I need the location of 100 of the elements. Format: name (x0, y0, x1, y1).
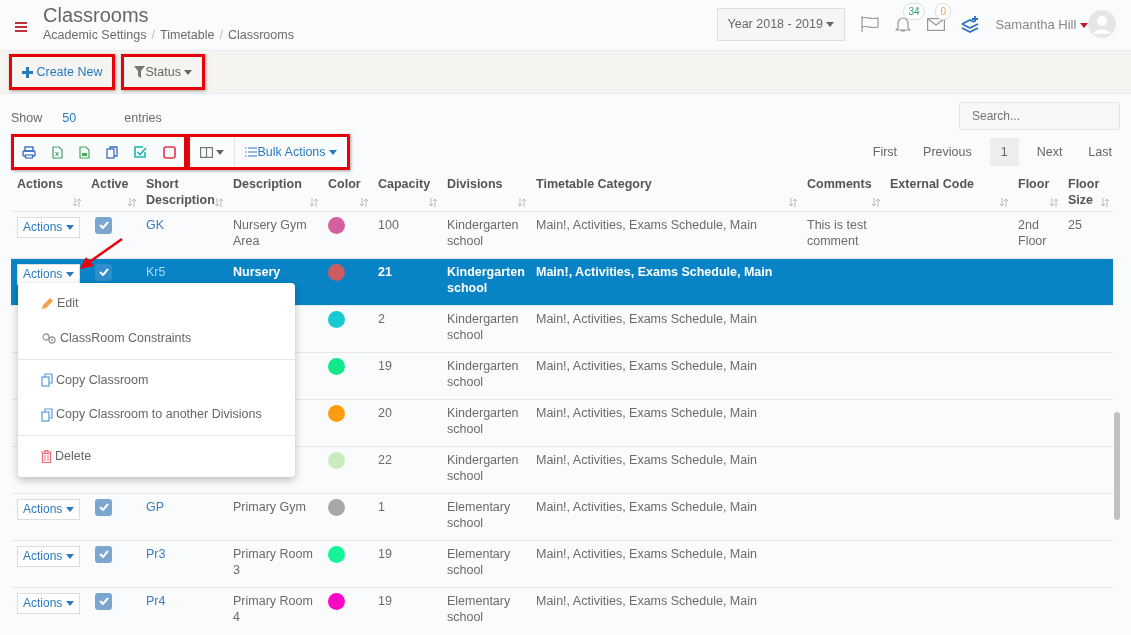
sort-icon[interactable] (1101, 197, 1109, 207)
copy-icon (41, 372, 53, 387)
sort-icon[interactable] (215, 197, 223, 207)
caret-icon[interactable] (65, 553, 74, 559)
plus-icon (22, 66, 33, 78)
sort-icon[interactable] (789, 197, 797, 207)
check-square-icon[interactable] (134, 145, 147, 159)
square-icon[interactable] (163, 145, 176, 159)
menu-item[interactable]: ClassRoom Constraints (18, 320, 295, 356)
column-header[interactable]: Short Description (146, 176, 221, 209)
column-header[interactable]: Timetable Category (536, 176, 795, 193)
actions-dropdown[interactable]: Actions (17, 263, 80, 285)
pagination-link[interactable]: Previous (915, 137, 980, 167)
menu-icon[interactable] (15, 22, 27, 32)
breadcrumb-item[interactable]: Academic Settings (43, 26, 147, 45)
list-icon (245, 147, 258, 158)
breadcrumb-item[interactable]: Classrooms (227, 26, 294, 45)
print-icon[interactable] (22, 145, 36, 159)
actions-dropdown[interactable]: Actions (17, 216, 80, 238)
short-description-link[interactable]: GK (146, 217, 165, 232)
gears-icon (41, 331, 57, 345)
pagination-link[interactable]: Last (1080, 137, 1120, 167)
table-cell: 1 (378, 499, 385, 514)
table-cell: Kindergarten school (447, 452, 519, 484)
search-field[interactable]: Search... (959, 102, 1120, 130)
caret-icon[interactable] (329, 149, 338, 155)
page-size-select[interactable]: 50 (62, 108, 93, 128)
column-header[interactable]: External Code (890, 176, 1006, 193)
layers-icon[interactable] (961, 15, 980, 34)
filter-icon (134, 66, 146, 79)
checkbox[interactable] (95, 498, 112, 516)
bell-icon[interactable] (895, 16, 912, 34)
table-cell: Main!, Activities, Exams Schedule, Main (536, 358, 757, 373)
pagination-link[interactable]: 1 (989, 137, 1019, 167)
column-header[interactable]: Active (91, 176, 134, 193)
checkbox[interactable] (95, 545, 112, 563)
column-header[interactable]: Color (328, 176, 366, 193)
table-cell: Main!, Activities, Exams Schedule, Main (536, 264, 773, 279)
spreadsheet-icon[interactable] (52, 145, 63, 159)
caret-icon[interactable] (1080, 22, 1088, 28)
sort-icon[interactable] (310, 197, 318, 207)
flag-icon[interactable] (861, 16, 880, 33)
pencil-icon (41, 296, 54, 310)
menu-item[interactable]: Edit (18, 286, 295, 321)
short-description-link[interactable]: GP (146, 499, 165, 514)
menu-item[interactable]: Copy Classroom to another Divisions (18, 397, 295, 432)
sort-icon[interactable] (1000, 197, 1008, 207)
table-cell: Kindergarten school (447, 311, 519, 343)
sort-icon[interactable] (872, 197, 880, 207)
column-header[interactable]: Floor (1018, 176, 1056, 193)
table-cell: Kindergarten school (447, 217, 519, 249)
checkbox[interactable] (95, 263, 112, 281)
entries-label: entries (124, 109, 162, 127)
year-dropdown[interactable]: Year 2018 - 2019 (716, 8, 846, 41)
column-header[interactable]: Capacity (378, 176, 435, 193)
short-description-link[interactable]: Pr4 (146, 593, 166, 608)
table-cell: Kindergarten school (447, 264, 525, 296)
caret-icon[interactable] (216, 149, 225, 155)
checkbox[interactable] (95, 216, 112, 234)
caret-icon[interactable] (184, 69, 193, 75)
sort-icon[interactable] (73, 197, 81, 207)
sort-icon[interactable] (429, 197, 437, 207)
caret-icon[interactable] (65, 224, 74, 230)
sort-icon[interactable] (360, 197, 368, 207)
caret-icon[interactable] (65, 600, 74, 606)
table-cell: Main!, Activities, Exams Schedule, Main (536, 217, 757, 232)
breadcrumb-item[interactable]: Timetable (160, 26, 215, 45)
sort-icon[interactable] (518, 197, 526, 207)
actions-dropdown[interactable]: Actions (17, 592, 80, 614)
checkbox[interactable] (95, 592, 112, 610)
file-icon[interactable] (79, 145, 90, 159)
table-cell: Elementary school (447, 546, 511, 578)
copy-icon[interactable] (106, 145, 118, 159)
scrollbar[interactable] (1114, 412, 1120, 520)
pagination-link[interactable]: First (864, 137, 906, 167)
pagination-link[interactable]: Next (1028, 137, 1071, 167)
copy-icon (41, 407, 53, 422)
column-header[interactable]: Floor Size (1068, 176, 1107, 209)
table-cell: Elementary school (447, 499, 511, 531)
sort-icon[interactable] (128, 197, 136, 207)
caret-icon[interactable] (65, 506, 74, 512)
table-cell: Nursery (233, 264, 281, 279)
trash-icon (41, 449, 52, 463)
table-cell: Main!, Activities, Exams Schedule, Main (536, 593, 757, 608)
column-header[interactable]: Comments (807, 176, 878, 193)
check-icon (98, 550, 109, 558)
caret-icon[interactable] (826, 22, 835, 28)
actions-dropdown[interactable]: Actions (17, 545, 80, 567)
short-description-link[interactable]: Pr3 (146, 546, 166, 561)
menu-item[interactable]: Delete (18, 439, 295, 474)
table-cell: Main!, Activities, Exams Schedule, Main (536, 546, 757, 561)
user-menu[interactable]: Samantha Hill (995, 14, 1088, 35)
column-header[interactable]: Divisions (447, 176, 524, 193)
column-header[interactable]: Actions (17, 176, 79, 193)
sort-icon[interactable] (1050, 197, 1058, 207)
envelope-icon[interactable] (927, 18, 946, 32)
menu-item[interactable]: Copy Classroom (18, 362, 295, 398)
column-header[interactable]: Description (233, 176, 316, 193)
actions-dropdown[interactable]: Actions (17, 498, 80, 520)
caret-icon[interactable] (65, 271, 74, 277)
